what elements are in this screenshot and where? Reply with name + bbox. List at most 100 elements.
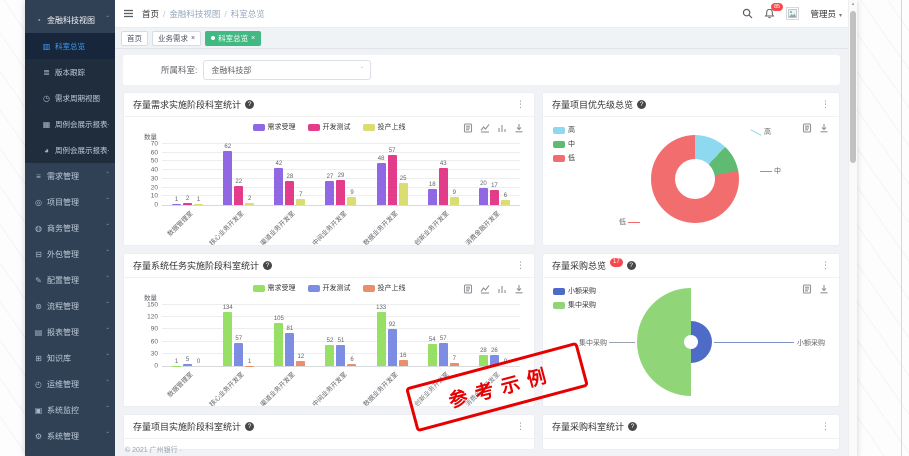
panel-title: 存量项目实施阶段科室统计 [133,420,241,433]
sidebar-item-outsourcing-mgmt[interactable]: ⊟外包管理ˇ [25,241,115,267]
download-icon[interactable] [819,284,829,294]
help-icon[interactable] [628,422,637,431]
legend-item[interactable]: 开发测试 [308,122,351,132]
clock-icon: ◷ [42,94,51,103]
data-view-icon[interactable] [463,123,473,133]
breadcrumb-item[interactable]: 首页 [142,8,159,20]
line-chart-icon[interactable] [480,284,490,294]
sidebar-item-weekly-report-project[interactable]: ▦周例会展示报表-项目 [25,111,115,137]
hamburger-icon[interactable] [123,8,134,19]
bar-value-label: 20 [480,181,487,187]
bar-value-label: 29 [338,173,345,179]
kebab-menu-icon[interactable] [516,99,525,110]
sidebar-item-weekly-report-procurement[interactable]: ◕周例会展示报表-采购 [25,137,115,163]
sidebar-item-fintech-view[interactable]: ◔金融科技视图ˆ [25,7,115,33]
y-tick-label: 120 [147,314,158,321]
bar-value-label: 42 [276,161,283,167]
line-chart-icon[interactable] [480,123,490,133]
bar-chart-icon[interactable] [497,123,507,133]
scrollbar[interactable] [848,0,857,456]
notification-bell-icon[interactable]: 85 [764,8,775,19]
x-category-label: 数据管理室 [165,208,195,238]
kebab-menu-icon[interactable] [821,260,830,271]
bar-chart-icon[interactable] [497,284,507,294]
bar-group: 20176 [469,144,520,205]
close-icon[interactable] [191,35,195,42]
sidebar-item-version-tracking[interactable]: ≣版本跟踪 [25,59,115,85]
data-view-icon[interactable] [463,284,473,294]
chart-toolbox [463,284,524,294]
search-icon[interactable] [742,8,753,19]
legend-label: 投产上线 [378,283,406,293]
close-icon[interactable] [251,35,255,42]
kebab-menu-icon[interactable] [516,260,525,271]
panel-project-stage-chart: 存量项目实施阶段科室统计 [123,414,535,450]
chevron-up-icon: ˆ [106,18,109,22]
data-view-icon[interactable] [802,284,812,294]
bar: 2 [245,203,254,205]
sidebar-item-system-monitor[interactable]: ▣系统监控ˇ [25,397,115,423]
bar-value-label: 28 [287,174,294,180]
sidebar-item-system-mgmt[interactable]: ⚙系统管理ˇ [25,423,115,449]
bar-value-label: 133 [376,305,386,311]
sidebar-item-demand-mgmt[interactable]: ≡需求管理ˇ [25,163,115,189]
help-icon[interactable] [263,261,272,270]
sidebar-item-report-mgmt[interactable]: ▤报表管理ˇ [25,319,115,345]
download-icon[interactable] [514,123,524,133]
panel-header: 存量需求实施阶段科室统计 [124,93,534,117]
legend-item[interactable]: 低 [553,153,575,163]
legend-item[interactable]: 小额采购 [553,286,596,296]
chevron-down-icon: ˇ [106,200,109,204]
sidebar-item-business-mgmt[interactable]: ◍商务管理ˇ [25,215,115,241]
bar-value-label: 57 [389,148,396,154]
tab-dept-overview[interactable]: 科室总览 [205,31,261,46]
legend-item[interactable]: 投产上线 [363,122,406,132]
panel-header: 存量项目实施阶段科室统计 [124,415,534,439]
tab-business-demand[interactable]: 业务需求 [152,31,201,46]
flow-icon: ⊛ [34,302,43,311]
legend-item[interactable]: 开发测试 [308,283,351,293]
legend-item[interactable]: 需求受理 [253,122,296,132]
sidebar-item-process-mgmt[interactable]: ⊛流程管理ˇ [25,293,115,319]
legend-item[interactable]: 需求受理 [253,283,296,293]
scrollbar-thumb[interactable] [850,11,856,163]
y-tick-label: 150 [147,302,158,309]
scrollbar-up-arrow[interactable] [849,0,857,9]
tab-home[interactable]: 首页 [121,31,148,46]
sidebar-item-config-mgmt[interactable]: ✎配置管理ˇ [25,267,115,293]
download-icon[interactable] [514,284,524,294]
sidebar-item-knowledge-base[interactable]: ⊞知识库ˇ [25,345,115,371]
legend-item[interactable]: 投产上线 [363,283,406,293]
avatar[interactable] [786,7,799,20]
legend-item[interactable]: 中 [553,139,575,149]
kebab-menu-icon[interactable] [821,421,830,432]
legend-item[interactable]: 集中采购 [553,300,596,310]
sidebar-item-ops-mgmt[interactable]: ◴运维管理ˇ [25,371,115,397]
slice-label: 高 [764,127,771,137]
bar-value-label: 2 [248,196,251,202]
kebab-menu-icon[interactable] [516,421,525,432]
legend-label: 小额采购 [568,286,596,296]
bar-value-label: 0 [197,359,200,365]
user-menu[interactable]: 管理员 [810,8,842,20]
x-category-label: 数据业务开发室 [360,208,399,246]
bar-value-label: 26 [491,348,498,354]
pie-callout-label: 低 [619,217,640,227]
bar: 20 [479,188,488,205]
bar-value-label: 105 [274,316,284,322]
department-select[interactable]: 金融科技部 [203,60,371,80]
download-icon[interactable] [819,123,829,133]
help-icon[interactable] [627,261,636,270]
help-icon[interactable] [245,100,254,109]
legend-item[interactable]: 高 [553,125,575,135]
help-icon[interactable] [637,100,646,109]
help-icon[interactable] [245,422,254,431]
data-view-icon[interactable] [802,123,812,133]
sidebar-item-demand-cycle-view[interactable]: ◷需求周期视图 [25,85,115,111]
sidebar-item-dept-overview[interactable]: ▥科室总览 [25,33,115,59]
callout-line [760,171,772,172]
footer-copyright: © 2021 广州银行 · [125,445,182,455]
sidebar-item-label: 周例会展示报表-采购 [55,145,109,156]
kebab-menu-icon[interactable] [821,99,830,110]
sidebar-item-project-mgmt[interactable]: ◎项目管理ˇ [25,189,115,215]
